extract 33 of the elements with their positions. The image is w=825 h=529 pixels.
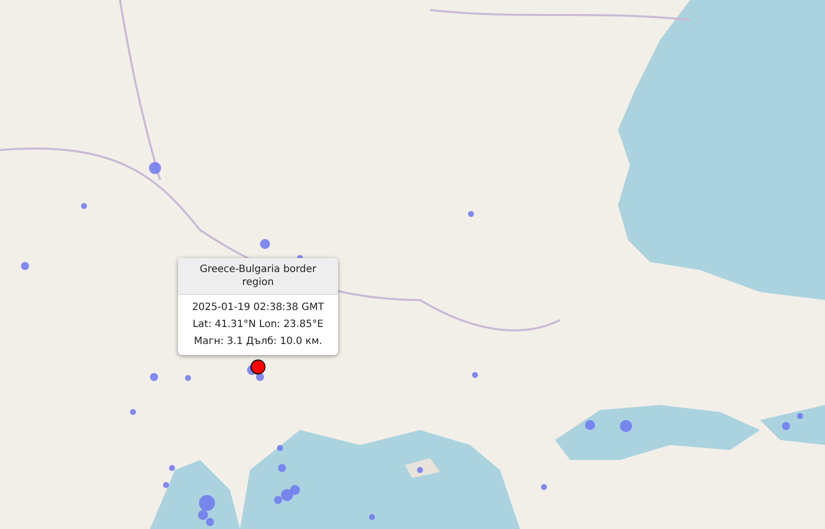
- earthquake-marker[interactable]: [163, 482, 169, 488]
- earthquake-marker[interactable]: [369, 514, 375, 520]
- earthquake-marker[interactable]: [281, 489, 293, 501]
- earthquake-marker[interactable]: [150, 373, 158, 381]
- earthquake-marker[interactable]: [797, 413, 803, 419]
- earthquake-marker[interactable]: [149, 162, 161, 174]
- earthquake-marker[interactable]: [256, 373, 264, 381]
- earthquake-marker[interactable]: [206, 518, 214, 526]
- earthquake-marker[interactable]: [782, 422, 790, 430]
- popup-detail: Магн: 3.1 Дълб: 10.0 км.: [192, 335, 324, 349]
- earthquake-marker[interactable]: [290, 485, 300, 495]
- earthquake-marker[interactable]: [260, 239, 270, 249]
- earthquake-marker[interactable]: [468, 211, 474, 217]
- earthquake-marker[interactable]: [185, 375, 191, 381]
- earthquake-marker[interactable]: [620, 420, 632, 432]
- earthquake-marker[interactable]: [199, 495, 215, 511]
- earthquake-marker[interactable]: [21, 262, 29, 270]
- earthquake-marker[interactable]: [130, 409, 136, 415]
- earthquake-marker[interactable]: [585, 420, 595, 430]
- earthquake-marker[interactable]: [198, 510, 208, 520]
- earthquake-marker[interactable]: [169, 465, 175, 471]
- island-shape: [405, 458, 440, 478]
- earthquake-marker[interactable]: [250, 360, 266, 374]
- earthquake-marker[interactable]: [277, 445, 283, 451]
- earthquake-marker[interactable]: [274, 496, 282, 504]
- earthquake-marker[interactable]: [417, 467, 423, 473]
- popup-title: Greece-Bulgaria border region: [178, 258, 338, 295]
- earthquake-marker[interactable]: [278, 464, 286, 472]
- earthquake-marker[interactable]: [472, 372, 478, 378]
- earthquake-marker[interactable]: [81, 203, 87, 209]
- popup-detail: Lat: 41.31°N Lon: 23.85°E: [192, 318, 324, 332]
- earthquake-marker[interactable]: [541, 484, 547, 490]
- popup-detail: 2025-01-19 02:38:38 GMT: [191, 301, 325, 315]
